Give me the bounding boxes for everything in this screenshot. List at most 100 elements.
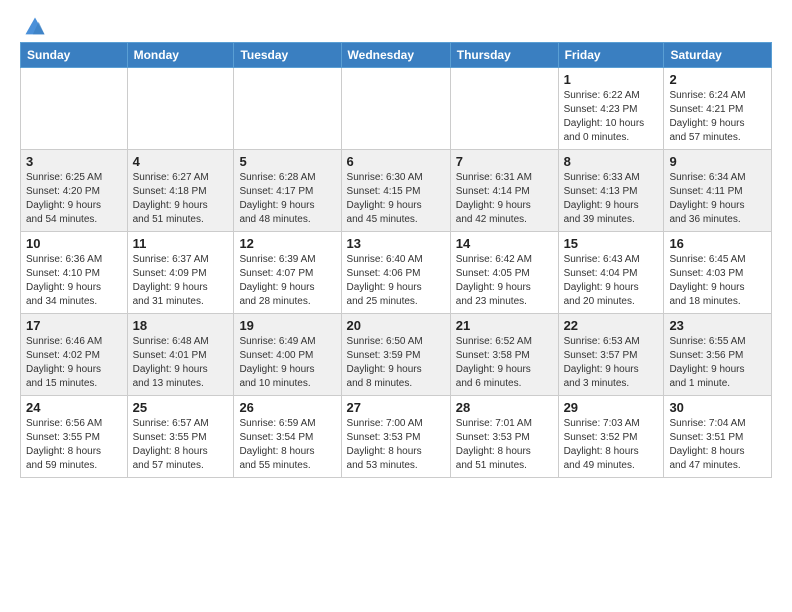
day-info: Sunrise: 6:24 AMSunset: 4:21 PMDaylight:… bbox=[669, 89, 766, 145]
calendar-cell: 16 Sunrise: 6:45 AMSunset: 4:03 PMDayligh… bbox=[664, 232, 772, 314]
calendar-header-friday: Friday bbox=[558, 43, 664, 68]
day-number: 12 bbox=[239, 236, 335, 251]
calendar-cell bbox=[127, 68, 234, 150]
day-number: 25 bbox=[133, 400, 229, 415]
calendar-cell: 21 Sunrise: 6:52 AMSunset: 3:58 PMDayligh… bbox=[450, 314, 558, 396]
calendar-cell: 2 Sunrise: 6:24 AMSunset: 4:21 PMDaylight… bbox=[664, 68, 772, 150]
day-info: Sunrise: 6:40 AMSunset: 4:06 PMDaylight:… bbox=[347, 253, 445, 309]
logo bbox=[20, 16, 46, 34]
day-number: 9 bbox=[669, 154, 766, 169]
calendar-cell: 28 Sunrise: 7:01 AMSunset: 3:53 PMDayligh… bbox=[450, 396, 558, 478]
calendar-cell: 27 Sunrise: 7:00 AMSunset: 3:53 PMDayligh… bbox=[341, 396, 450, 478]
day-info: Sunrise: 6:53 AMSunset: 3:57 PMDaylight:… bbox=[564, 335, 659, 391]
calendar-cell bbox=[450, 68, 558, 150]
calendar-week-row: 3 Sunrise: 6:25 AMSunset: 4:20 PMDaylight… bbox=[21, 150, 772, 232]
calendar-cell: 22 Sunrise: 6:53 AMSunset: 3:57 PMDayligh… bbox=[558, 314, 664, 396]
day-info: Sunrise: 6:36 AMSunset: 4:10 PMDaylight:… bbox=[26, 253, 122, 309]
calendar-cell: 1 Sunrise: 6:22 AMSunset: 4:23 PMDaylight… bbox=[558, 68, 664, 150]
calendar-header-thursday: Thursday bbox=[450, 43, 558, 68]
header bbox=[20, 16, 772, 34]
day-info: Sunrise: 6:43 AMSunset: 4:04 PMDaylight:… bbox=[564, 253, 659, 309]
day-number: 11 bbox=[133, 236, 229, 251]
calendar-header-saturday: Saturday bbox=[664, 43, 772, 68]
day-number: 7 bbox=[456, 154, 553, 169]
day-number: 1 bbox=[564, 72, 659, 87]
day-info: Sunrise: 6:57 AMSunset: 3:55 PMDaylight:… bbox=[133, 417, 229, 473]
day-number: 26 bbox=[239, 400, 335, 415]
day-number: 17 bbox=[26, 318, 122, 333]
day-number: 29 bbox=[564, 400, 659, 415]
calendar-week-row: 10 Sunrise: 6:36 AMSunset: 4:10 PMDayligh… bbox=[21, 232, 772, 314]
calendar-cell: 20Sunrise: 6:50 AMSunset: 3:59 PMDayligh… bbox=[341, 314, 450, 396]
day-info: Sunrise: 6:28 AMSunset: 4:17 PMDaylight:… bbox=[239, 171, 335, 227]
calendar-header-monday: Monday bbox=[127, 43, 234, 68]
calendar-cell: 13 Sunrise: 6:40 AMSunset: 4:06 PMDayligh… bbox=[341, 232, 450, 314]
calendar-cell: 30 Sunrise: 7:04 AMSunset: 3:51 PMDayligh… bbox=[664, 396, 772, 478]
day-info: Sunrise: 7:03 AMSunset: 3:52 PMDaylight:… bbox=[564, 417, 659, 473]
calendar-header-sunday: Sunday bbox=[21, 43, 128, 68]
calendar-table: SundayMondayTuesdayWednesdayThursdayFrid… bbox=[20, 42, 772, 478]
calendar-cell: 3 Sunrise: 6:25 AMSunset: 4:20 PMDaylight… bbox=[21, 150, 128, 232]
day-number: 24 bbox=[26, 400, 122, 415]
day-number: 16 bbox=[669, 236, 766, 251]
day-info: Sunrise: 7:04 AMSunset: 3:51 PMDaylight:… bbox=[669, 417, 766, 473]
day-info: Sunrise: 6:55 AMSunset: 3:56 PMDaylight:… bbox=[669, 335, 766, 391]
day-number: 20 bbox=[347, 318, 445, 333]
day-number: 5 bbox=[239, 154, 335, 169]
calendar-cell: 10 Sunrise: 6:36 AMSunset: 4:10 PMDayligh… bbox=[21, 232, 128, 314]
day-number: 28 bbox=[456, 400, 553, 415]
day-number: 27 bbox=[347, 400, 445, 415]
calendar-cell: 23 Sunrise: 6:55 AMSunset: 3:56 PMDayligh… bbox=[664, 314, 772, 396]
day-info: Sunrise: 6:25 AMSunset: 4:20 PMDaylight:… bbox=[26, 171, 122, 227]
calendar-cell: 4Sunrise: 6:27 AMSunset: 4:18 PMDaylight… bbox=[127, 150, 234, 232]
day-number: 2 bbox=[669, 72, 766, 87]
calendar-cell bbox=[341, 68, 450, 150]
day-info: Sunrise: 6:33 AMSunset: 4:13 PMDaylight:… bbox=[564, 171, 659, 227]
calendar-header-wednesday: Wednesday bbox=[341, 43, 450, 68]
day-number: 10 bbox=[26, 236, 122, 251]
calendar-week-row: 1 Sunrise: 6:22 AMSunset: 4:23 PMDaylight… bbox=[21, 68, 772, 150]
calendar-cell: 12 Sunrise: 6:39 AMSunset: 4:07 PMDayligh… bbox=[234, 232, 341, 314]
day-info: Sunrise: 6:22 AMSunset: 4:23 PMDaylight:… bbox=[564, 89, 659, 145]
day-number: 22 bbox=[564, 318, 659, 333]
day-number: 18 bbox=[133, 318, 229, 333]
calendar-cell: 25 Sunrise: 6:57 AMSunset: 3:55 PMDayligh… bbox=[127, 396, 234, 478]
day-info: Sunrise: 6:34 AMSunset: 4:11 PMDaylight:… bbox=[669, 171, 766, 227]
day-number: 15 bbox=[564, 236, 659, 251]
day-info: Sunrise: 6:27 AMSunset: 4:18 PMDaylight:… bbox=[133, 171, 229, 227]
calendar-cell: 18 Sunrise: 6:48 AMSunset: 4:01 PMDayligh… bbox=[127, 314, 234, 396]
day-info: Sunrise: 6:45 AMSunset: 4:03 PMDaylight:… bbox=[669, 253, 766, 309]
day-number: 23 bbox=[669, 318, 766, 333]
day-number: 8 bbox=[564, 154, 659, 169]
calendar-cell: 14 Sunrise: 6:42 AMSunset: 4:05 PMDayligh… bbox=[450, 232, 558, 314]
calendar-cell: 11 Sunrise: 6:37 AMSunset: 4:09 PMDayligh… bbox=[127, 232, 234, 314]
calendar-cell: 24 Sunrise: 6:56 AMSunset: 3:55 PMDayligh… bbox=[21, 396, 128, 478]
day-info: Sunrise: 6:37 AMSunset: 4:09 PMDaylight:… bbox=[133, 253, 229, 309]
day-info: Sunrise: 7:01 AMSunset: 3:53 PMDaylight:… bbox=[456, 417, 553, 473]
day-number: 30 bbox=[669, 400, 766, 415]
calendar-header-tuesday: Tuesday bbox=[234, 43, 341, 68]
calendar-cell: 5 Sunrise: 6:28 AMSunset: 4:17 PMDaylight… bbox=[234, 150, 341, 232]
day-number: 19 bbox=[239, 318, 335, 333]
calendar-cell bbox=[21, 68, 128, 150]
day-number: 21 bbox=[456, 318, 553, 333]
day-number: 14 bbox=[456, 236, 553, 251]
page: SundayMondayTuesdayWednesdayThursdayFrid… bbox=[0, 0, 792, 494]
day-info: Sunrise: 6:39 AMSunset: 4:07 PMDaylight:… bbox=[239, 253, 335, 309]
day-number: 6 bbox=[347, 154, 445, 169]
calendar-cell: 29 Sunrise: 7:03 AMSunset: 3:52 PMDayligh… bbox=[558, 396, 664, 478]
day-info: Sunrise: 6:49 AMSunset: 4:00 PMDaylight:… bbox=[239, 335, 335, 391]
day-info: Sunrise: 6:48 AMSunset: 4:01 PMDaylight:… bbox=[133, 335, 229, 391]
day-info: Sunrise: 6:52 AMSunset: 3:58 PMDaylight:… bbox=[456, 335, 553, 391]
calendar-cell: 19 Sunrise: 6:49 AMSunset: 4:00 PMDayligh… bbox=[234, 314, 341, 396]
day-number: 3 bbox=[26, 154, 122, 169]
calendar-cell: 8 Sunrise: 6:33 AMSunset: 4:13 PMDaylight… bbox=[558, 150, 664, 232]
day-info: Sunrise: 7:00 AMSunset: 3:53 PMDaylight:… bbox=[347, 417, 445, 473]
calendar-cell: 17Sunrise: 6:46 AMSunset: 4:02 PMDayligh… bbox=[21, 314, 128, 396]
day-info: Sunrise: 6:59 AMSunset: 3:54 PMDaylight:… bbox=[239, 417, 335, 473]
calendar-week-row: 24 Sunrise: 6:56 AMSunset: 3:55 PMDayligh… bbox=[21, 396, 772, 478]
day-info: Sunrise: 6:56 AMSunset: 3:55 PMDaylight:… bbox=[26, 417, 122, 473]
day-info: Sunrise: 6:42 AMSunset: 4:05 PMDaylight:… bbox=[456, 253, 553, 309]
calendar-cell: 7Sunrise: 6:31 AMSunset: 4:14 PMDaylight… bbox=[450, 150, 558, 232]
day-number: 13 bbox=[347, 236, 445, 251]
